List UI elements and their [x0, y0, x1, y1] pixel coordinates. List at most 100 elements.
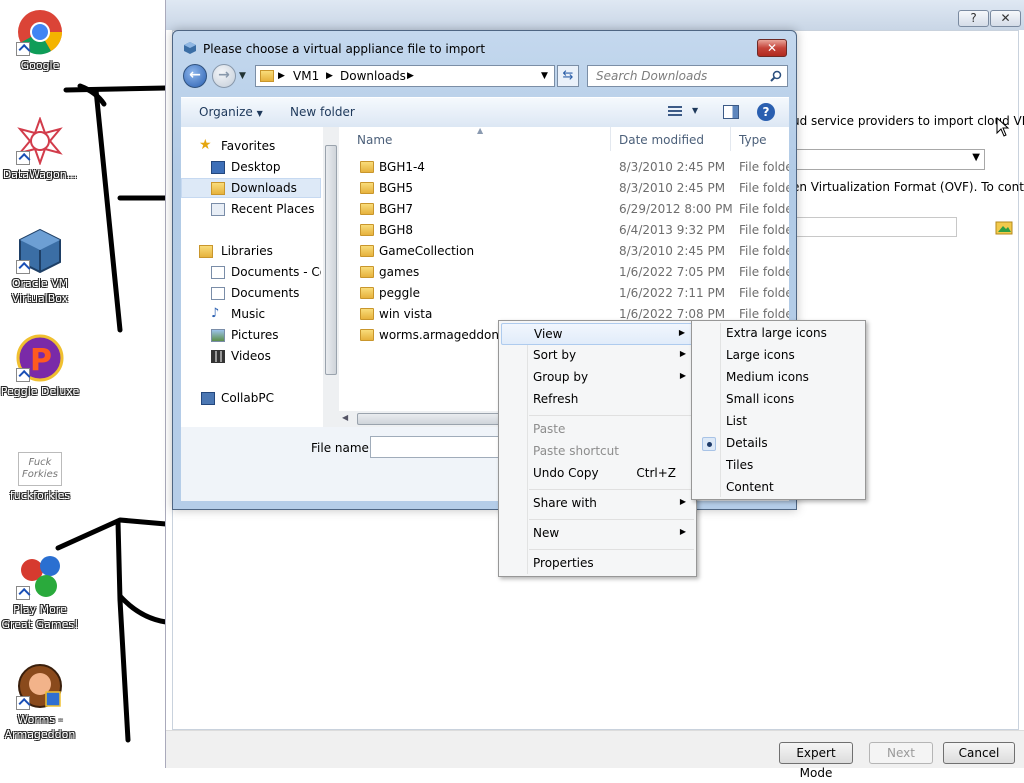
help-icon[interactable]: ?	[757, 103, 775, 121]
menu-item-paste-shortcut[interactable]: Paste shortcut	[501, 441, 694, 463]
file-row[interactable]: BGH5 8/3/2010 2:45 PM File folder	[339, 178, 789, 199]
menu-item-label: Paste shortcut	[533, 444, 619, 458]
organize-button[interactable]: Organize ▼	[199, 105, 263, 119]
nav-recent-places[interactable]: Recent Places	[181, 200, 321, 220]
search-input[interactable]	[594, 66, 769, 86]
menu-item-label: Paste	[533, 422, 566, 436]
desktop-icon-worms[interactable]: Worms - Armageddon	[0, 662, 80, 742]
nav-libraries[interactable]: Libraries	[181, 242, 321, 262]
nav-desktop[interactable]: Desktop	[181, 158, 321, 178]
menu-item-label: Properties	[533, 556, 594, 570]
nav-videos-label: Videos	[231, 349, 271, 363]
menu-item-label: View	[534, 327, 563, 341]
menu-item-refresh[interactable]: Refresh	[501, 389, 694, 411]
file-name: games	[379, 265, 420, 279]
scroll-left-icon[interactable]: ◀	[342, 413, 348, 422]
file-row[interactable]: games 1/6/2022 7:05 PM File folder	[339, 262, 789, 283]
menu-item-new[interactable]: New ▶	[501, 523, 694, 545]
view-tiles[interactable]: Tiles	[694, 455, 863, 477]
breadcrumb-separator-icon: ▶	[326, 71, 333, 81]
breadcrumb-vm1[interactable]: VM1	[293, 69, 319, 83]
recent-pages-chevron-icon[interactable]: ▼	[239, 71, 246, 81]
submenu-arrow-icon: ▶	[679, 371, 686, 380]
folder-picture-icon[interactable]	[995, 219, 1013, 235]
file-row[interactable]: BGH7 6/29/2012 8:00 PM File folder	[339, 199, 789, 220]
shortcut-arrow-icon	[16, 368, 30, 382]
nav-documents[interactable]: Documents	[181, 284, 321, 304]
command-toolbar: Organize ▼ New folder ▼ ?	[181, 97, 789, 127]
desktop-icon-play-more-games[interactable]: Play More Great Games!	[0, 552, 80, 632]
file-row[interactable]: BGH8 6/4/2013 9:32 PM File folder	[339, 220, 789, 241]
menu-item-group-by[interactable]: Group by ▶	[501, 367, 694, 389]
nav-downloads[interactable]: Downloads	[181, 178, 321, 198]
view-medium-icons[interactable]: Medium icons	[694, 367, 863, 389]
desktop-icon-fuckforkies[interactable]: Fuck Forkies fuckforkies	[0, 452, 80, 503]
menu-item-share-with[interactable]: Share with ▶	[501, 493, 694, 515]
submenu-arrow-icon: ▶	[679, 349, 686, 358]
back-arrow-icon[interactable]: ←	[183, 64, 207, 88]
star-icon: ★	[199, 137, 212, 153]
desktop-icon-virtualbox[interactable]: Oracle VM VirtualBox	[0, 226, 80, 306]
nav-scrollbar-thumb[interactable]	[325, 145, 337, 375]
menu-item-paste[interactable]: Paste	[501, 419, 694, 441]
nav-computer[interactable]: CollabPC	[181, 389, 321, 409]
next-button[interactable]: Next	[869, 742, 933, 764]
folder-icon	[360, 308, 374, 320]
file-date: 1/6/2022 7:05 PM	[619, 265, 726, 279]
nav-scrollbar[interactable]	[323, 127, 339, 427]
forward-arrow-icon[interactable]: →	[212, 64, 236, 88]
image-thumbnail-text: Fuck Forkies	[22, 457, 58, 480]
menu-item-sort-by[interactable]: Sort by ▶	[501, 345, 694, 367]
search-box[interactable]	[587, 65, 788, 87]
nav-music[interactable]: ♪ Music	[181, 305, 321, 325]
desktop-icon-peggle[interactable]: P Peggle Deluxe	[0, 334, 80, 399]
wizard-file-input[interactable]	[793, 217, 957, 237]
wizard-close-button[interactable]: ✕	[990, 10, 1021, 27]
nav-videos[interactable]: Videos	[181, 347, 321, 367]
view-small-icons[interactable]: Small icons	[694, 389, 863, 411]
nav-pictures[interactable]: Pictures	[181, 326, 321, 346]
view-list[interactable]: List	[694, 411, 863, 433]
menu-separator	[529, 415, 694, 416]
nav-recent-label: Recent Places	[231, 202, 315, 216]
chevron-down-icon: ▼	[972, 152, 980, 163]
file-date: 6/29/2012 8:00 PM	[619, 202, 733, 216]
view-content[interactable]: Content	[694, 477, 863, 499]
desktop-icon-label: Peggle Deluxe	[0, 385, 80, 398]
cancel-button[interactable]: Cancel	[943, 742, 1015, 764]
chevron-down-icon[interactable]: ▼	[692, 106, 698, 115]
file-name: BGH7	[379, 202, 413, 216]
new-folder-button[interactable]: New folder	[290, 105, 355, 119]
menu-item-view[interactable]: View ▶	[501, 323, 694, 345]
expert-mode-button[interactable]: Expert Mode	[779, 742, 853, 780]
chevron-down-icon[interactable]: ▼	[541, 71, 548, 81]
view-extra-large-icons[interactable]: Extra large icons	[694, 323, 863, 345]
desktop-icon-google[interactable]: Google	[0, 8, 80, 73]
nav-documents-cop[interactable]: Documents - Cop	[181, 263, 321, 283]
nav-favorites[interactable]: ★ Favorites	[181, 137, 321, 157]
menu-item-properties[interactable]: Properties	[501, 553, 694, 575]
view-large-icons[interactable]: Large icons	[694, 345, 863, 367]
address-bar[interactable]: ▶ VM1 ▶ Downloads ▶ ▼	[255, 65, 555, 87]
view-options-icon[interactable]	[668, 106, 682, 118]
file-type: File folder	[739, 244, 789, 258]
document-icon	[211, 266, 225, 279]
wizard-source-combo[interactable]: ▼	[793, 149, 985, 170]
menu-item-undo-copy[interactable]: Undo Copy Ctrl+Z	[501, 463, 694, 485]
pictures-icon	[211, 329, 225, 342]
file-name-input[interactable]	[370, 436, 500, 458]
file-row[interactable]: GameCollection 8/3/2010 2:45 PM File folde…	[339, 241, 789, 262]
preview-pane-icon[interactable]	[723, 105, 739, 119]
column-date-modified[interactable]: Date modified	[611, 127, 731, 151]
svg-text:P: P	[30, 343, 52, 378]
wizard-description-cloud: ud service providers to import cloud VM	[792, 114, 1024, 128]
breadcrumb-downloads[interactable]: Downloads	[340, 69, 406, 83]
view-details[interactable]: Details	[694, 433, 863, 455]
column-type[interactable]: Type	[731, 127, 789, 151]
file-row[interactable]: BGH1-4 8/3/2010 2:45 PM File folder	[339, 157, 789, 178]
desktop-icon-datawagon[interactable]: DataWagon...	[0, 116, 80, 182]
dialog-close-button[interactable]: ✕	[757, 39, 787, 57]
file-row[interactable]: peggle 1/6/2022 7:11 PM File folder	[339, 283, 789, 304]
wizard-help-button[interactable]: ?	[958, 10, 989, 27]
refresh-icon[interactable]: ⇆	[557, 65, 579, 87]
